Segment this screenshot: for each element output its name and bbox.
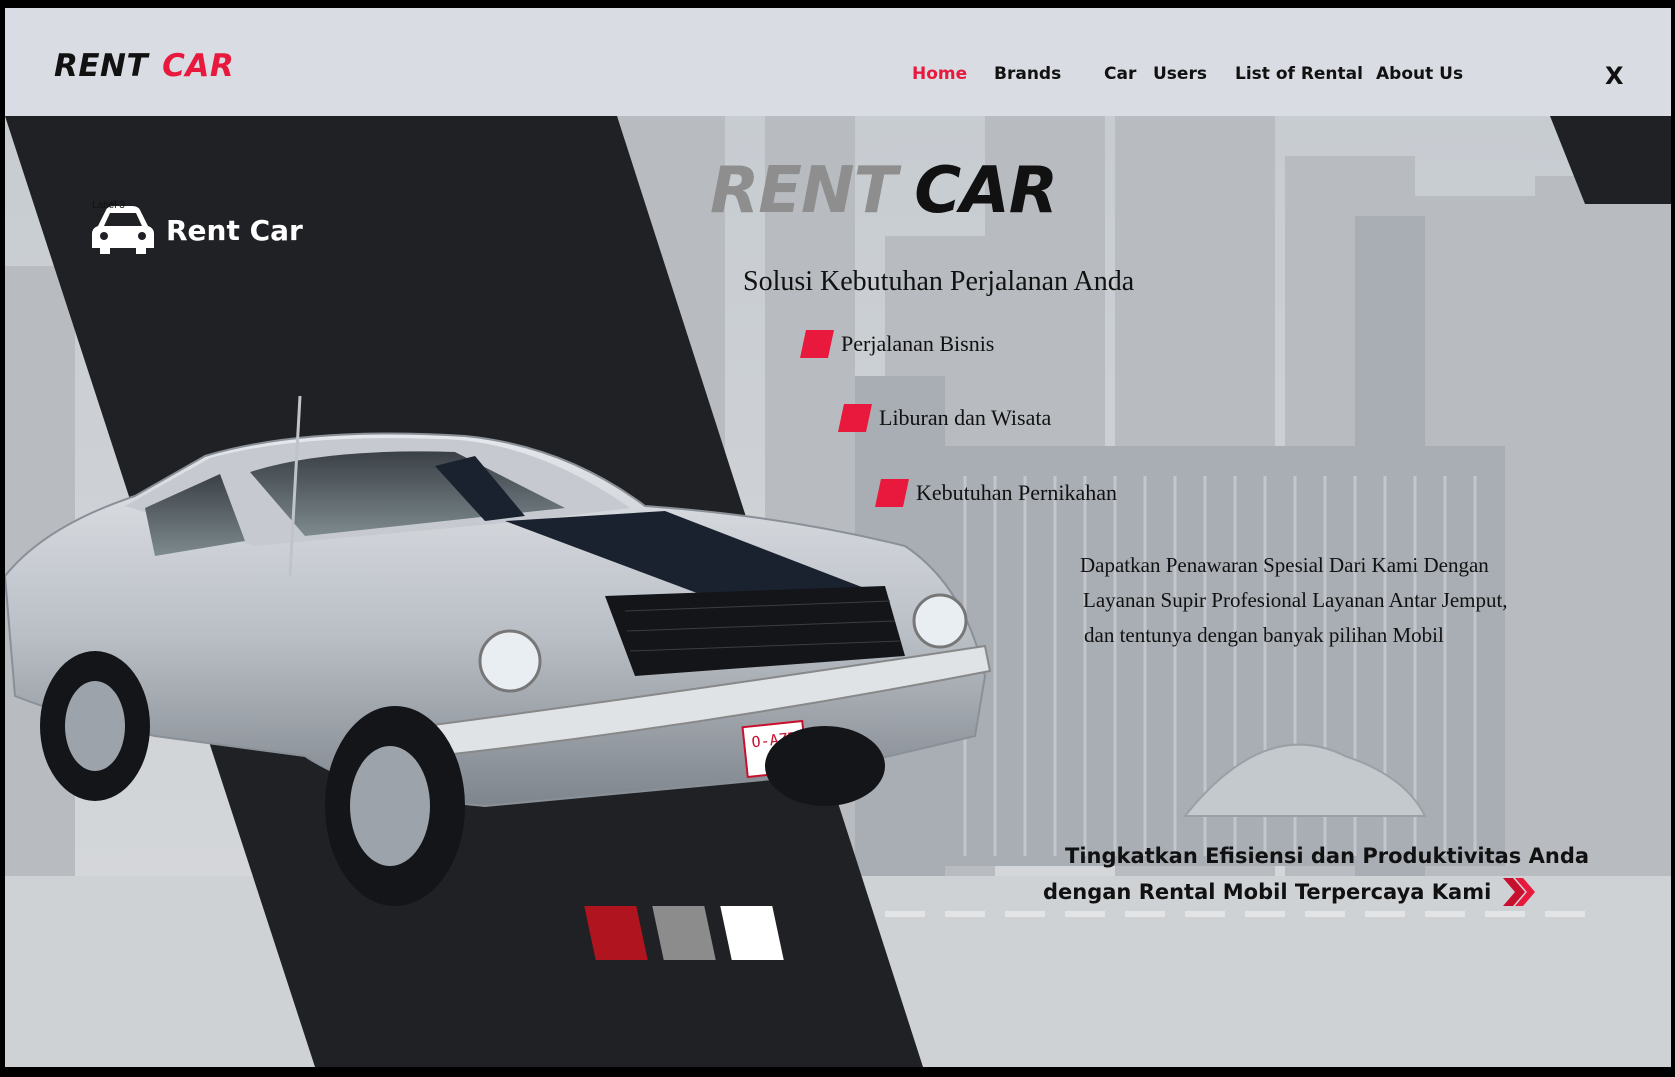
slide-indicators (584, 906, 794, 960)
feature-bullet-icon (838, 404, 872, 432)
hero-section: O-AZB 530 Label 3 Rent Car RENTCAR (5, 116, 1671, 1067)
rent-car-badge[interactable]: Label 3 Rent Car (90, 200, 303, 256)
top-navbar: RENT CAR Home Brands Car Users List of Re… (5, 8, 1671, 116)
feature-label: Kebutuhan Pernikahan (916, 480, 1117, 505)
slide-indicator-1[interactable] (584, 906, 648, 960)
nav-about-us[interactable]: About Us (1376, 64, 1463, 84)
car-icon (92, 206, 154, 254)
slide-indicator-2[interactable] (652, 906, 716, 960)
close-button[interactable]: X (1605, 62, 1624, 90)
feature-item-wisata: Liburan dan Wisata (838, 404, 1052, 432)
nav-list-of-rental[interactable]: List of Rental (1235, 64, 1363, 84)
logo-word-car: CAR (162, 48, 235, 84)
app-window: RENT CAR Home Brands Car Users List of Re… (5, 8, 1671, 1067)
nav-users[interactable]: Users (1153, 64, 1207, 84)
slide-indicator-3[interactable] (720, 906, 784, 960)
feature-item-bisnis: Perjalanan Bisnis (800, 330, 995, 358)
badge-name: Rent Car (166, 213, 303, 247)
feature-label: Perjalanan Bisnis (841, 331, 995, 356)
hero-title: RENT CAR (710, 154, 1058, 228)
hero-title-car: CAR (914, 154, 1058, 228)
double-chevron-right-icon[interactable] (1501, 876, 1537, 908)
promo-line: Layanan Supir Profesional Layanan Antar … (1083, 588, 1508, 612)
nav-brands[interactable]: Brands (994, 64, 1061, 84)
cta-text: Tingkatkan Efisiensi dan Produktivitas A… (1043, 838, 1590, 910)
feature-item-pernikahan: Kebutuhan Pernikahan (875, 479, 1117, 507)
nav-car[interactable]: Car (1104, 64, 1136, 84)
feature-bullet-icon (875, 479, 909, 507)
badge-small-label: Label 3 (92, 200, 125, 211)
hero-title-rent: RENT (710, 154, 897, 228)
site-logo[interactable]: RENT CAR (54, 48, 234, 84)
promo-text: Dapatkan Penawaran Spesial Dari Kami Den… (1080, 548, 1600, 653)
feature-label: Liburan dan Wisata (879, 405, 1052, 430)
feature-bullet-icon (800, 330, 834, 358)
promo-line: Dapatkan Penawaran Spesial Dari Kami Den… (1080, 553, 1489, 577)
hero-subtitle: Solusi Kebutuhan Perjalanan Anda (743, 266, 1135, 297)
logo-word-rent: RENT (54, 48, 149, 84)
classic-car-image: O-AZB 530 (5, 396, 992, 906)
cta-line: dengan Rental Mobil Terpercaya Kami (1043, 880, 1492, 904)
promo-line: dan tentunya dengan banyak pilihan Mobil (1084, 623, 1444, 647)
cta-line: Tingkatkan Efisiensi dan Produktivitas A… (1065, 844, 1590, 868)
nav-home[interactable]: Home (912, 64, 967, 84)
